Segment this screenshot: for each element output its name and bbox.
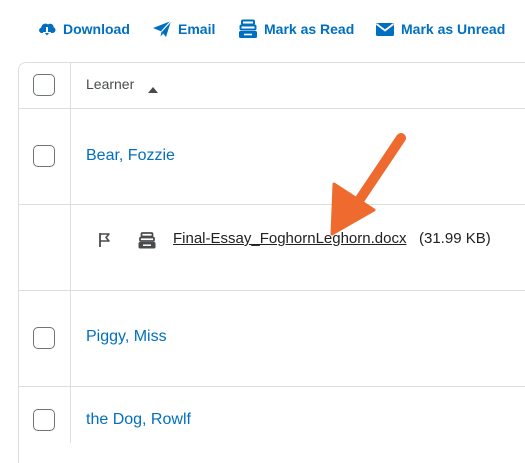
mark-as-unread-button[interactable]: Mark as Unread xyxy=(375,18,505,40)
flag-icon[interactable] xyxy=(98,232,112,253)
learner-column-header[interactable]: Learner xyxy=(86,76,134,92)
email-button[interactable]: Email xyxy=(152,18,215,40)
mark-as-read-button[interactable]: Mark as Read xyxy=(238,18,354,40)
sort-ascending-icon[interactable] xyxy=(148,81,158,99)
learner-table xyxy=(18,62,525,463)
mark-as-unread-label: Mark as Unread xyxy=(401,21,506,37)
row-checkbox[interactable] xyxy=(33,409,55,431)
submission-icon xyxy=(138,232,156,254)
email-icon xyxy=(152,19,172,39)
file-size: (31.99 KB) xyxy=(419,230,491,247)
row-checkbox[interactable] xyxy=(33,327,55,349)
toolbar: Download Email Mark as Read Mark as Unre… xyxy=(0,0,525,56)
row-divider xyxy=(18,386,525,387)
learner-link[interactable]: Piggy, Miss xyxy=(86,328,167,346)
row-divider xyxy=(18,204,525,205)
download-icon xyxy=(37,19,57,39)
row-divider xyxy=(18,290,525,291)
learner-link[interactable]: the Dog, Rowlf xyxy=(86,411,191,429)
select-all-checkbox[interactable] xyxy=(33,74,55,96)
mark-unread-icon xyxy=(375,19,395,39)
mark-read-icon xyxy=(238,19,258,39)
mark-as-read-label: Mark as Read xyxy=(264,21,355,37)
row-checkbox[interactable] xyxy=(33,145,55,167)
learner-link[interactable]: Bear, Fozzie xyxy=(86,147,175,165)
download-label: Download xyxy=(63,21,130,37)
download-button[interactable]: Download xyxy=(37,18,130,40)
row-divider xyxy=(18,108,525,109)
submission-file-link[interactable]: Final-Essay_FoghornLeghorn.docx xyxy=(173,230,406,247)
email-label: Email xyxy=(178,21,216,37)
